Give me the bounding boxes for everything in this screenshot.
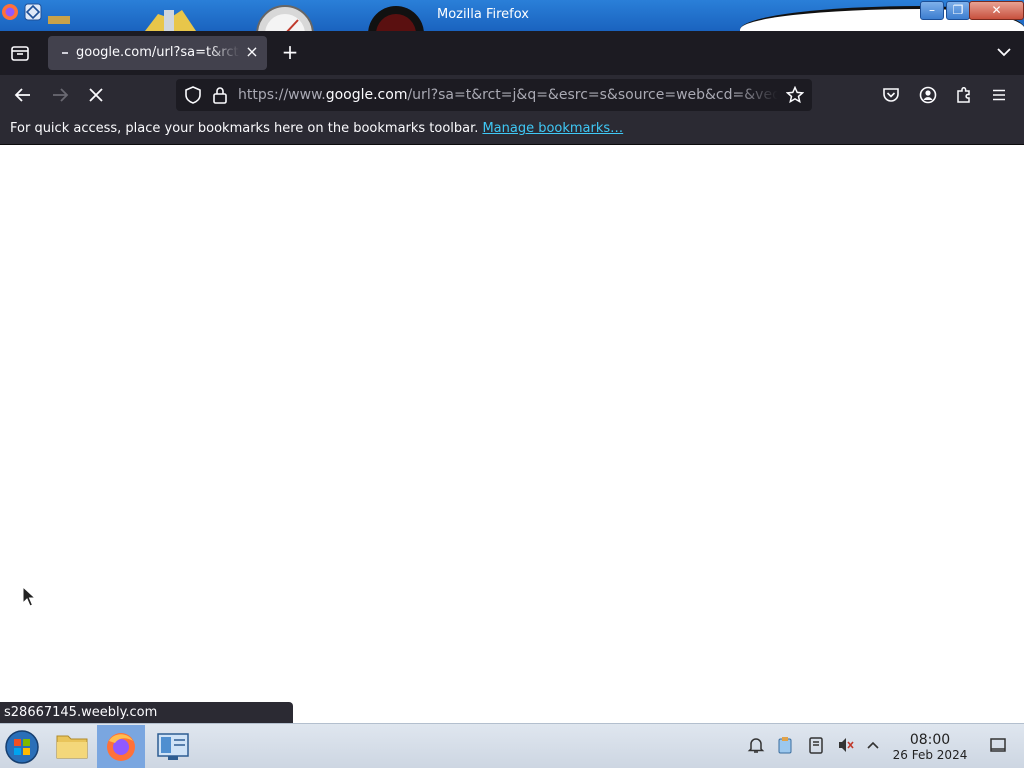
new-tab-button[interactable]: + [280, 41, 300, 63]
maximize-button[interactable]: ❐ [946, 1, 970, 20]
window-titlebar[interactable]: Mozilla Firefox – ❐ ✕ [0, 0, 1024, 31]
storage-device-icon[interactable] [808, 736, 824, 754]
close-tab-button[interactable]: × [244, 43, 260, 61]
list-all-tabs-icon[interactable] [995, 45, 1013, 59]
start-menu-orb-icon[interactable] [4, 729, 40, 765]
firefox-taskbar-icon [107, 733, 135, 761]
clock-time[interactable]: 08:00 [893, 732, 967, 748]
folder-icon [56, 735, 88, 759]
desktop: Mozilla Firefox – ❐ ✕ google.com/url?sa=… [0, 0, 1024, 768]
taskbar-file-manager[interactable] [48, 725, 96, 768]
tracking-protection-shield-icon[interactable] [184, 86, 202, 104]
clipboard-icon[interactable] [777, 736, 793, 754]
mouse-pointer-icon [22, 586, 36, 607]
lock-icon[interactable] [212, 86, 228, 104]
tab-active[interactable]: google.com/url?sa=t&rct=j&q=&esrc=s × [48, 36, 267, 70]
notifications-bell-icon[interactable] [747, 736, 765, 754]
stop-loading-icon[interactable] [88, 87, 104, 103]
close-window-button[interactable]: ✕ [969, 1, 1024, 20]
firefox-view-icon[interactable] [10, 44, 30, 62]
account-icon[interactable] [919, 86, 937, 104]
volume-muted-icon[interactable] [837, 736, 855, 754]
minimize-button[interactable]: – [920, 1, 944, 20]
extensions-puzzle-icon[interactable] [955, 86, 973, 104]
page-content[interactable] [0, 145, 1024, 723]
settings-monitor-icon [157, 733, 189, 760]
tab-loading-icon [62, 52, 68, 54]
url-scheme: https://www. [238, 87, 326, 103]
pocket-icon[interactable] [882, 86, 900, 104]
url-path: /url?sa=t&rct=j&q=&esrc=s&source=web&cd=… [407, 87, 778, 103]
clock-date[interactable]: 26 Feb 2024 [889, 748, 971, 762]
manage-bookmarks-link[interactable]: Manage bookmarks… [482, 121, 623, 136]
show-desktop-icon[interactable] [989, 736, 1007, 754]
status-panel: s28667145.weebly.com [0, 702, 293, 723]
bookmarks-toolbar: For quick access, place your bookmarks h… [0, 115, 1024, 145]
url-text[interactable]: https://www.google.com/url?sa=t&rct=j&q=… [238, 87, 778, 103]
navigation-toolbar: https://www.google.com/url?sa=t&rct=j&q=… [0, 75, 1024, 115]
back-arrow-icon[interactable] [14, 86, 32, 104]
bookmark-star-icon[interactable] [786, 86, 804, 104]
window-title: Mozilla Firefox [437, 7, 529, 22]
taskbar: 08:00 26 Feb 2024 [0, 723, 1024, 768]
tab-title: google.com/url?sa=t&rct=j&q=&esrc=s [76, 45, 240, 60]
hamburger-menu-icon[interactable] [991, 87, 1007, 103]
taskbar-system-settings[interactable] [149, 725, 197, 768]
forward-arrow-icon[interactable] [51, 86, 69, 104]
taskbar-firefox[interactable] [97, 725, 145, 768]
tab-bar: google.com/url?sa=t&rct=j&q=&esrc=s × + [0, 31, 1024, 75]
bookmarks-toolbar-message-row: For quick access, place your bookmarks h… [10, 121, 623, 136]
address-bar[interactable]: https://www.google.com/url?sa=t&rct=j&q=… [176, 79, 812, 111]
bookmarks-toolbar-message: For quick access, place your bookmarks h… [10, 121, 479, 136]
url-domain: google.com [325, 87, 408, 103]
chevron-up-icon[interactable] [866, 736, 880, 754]
